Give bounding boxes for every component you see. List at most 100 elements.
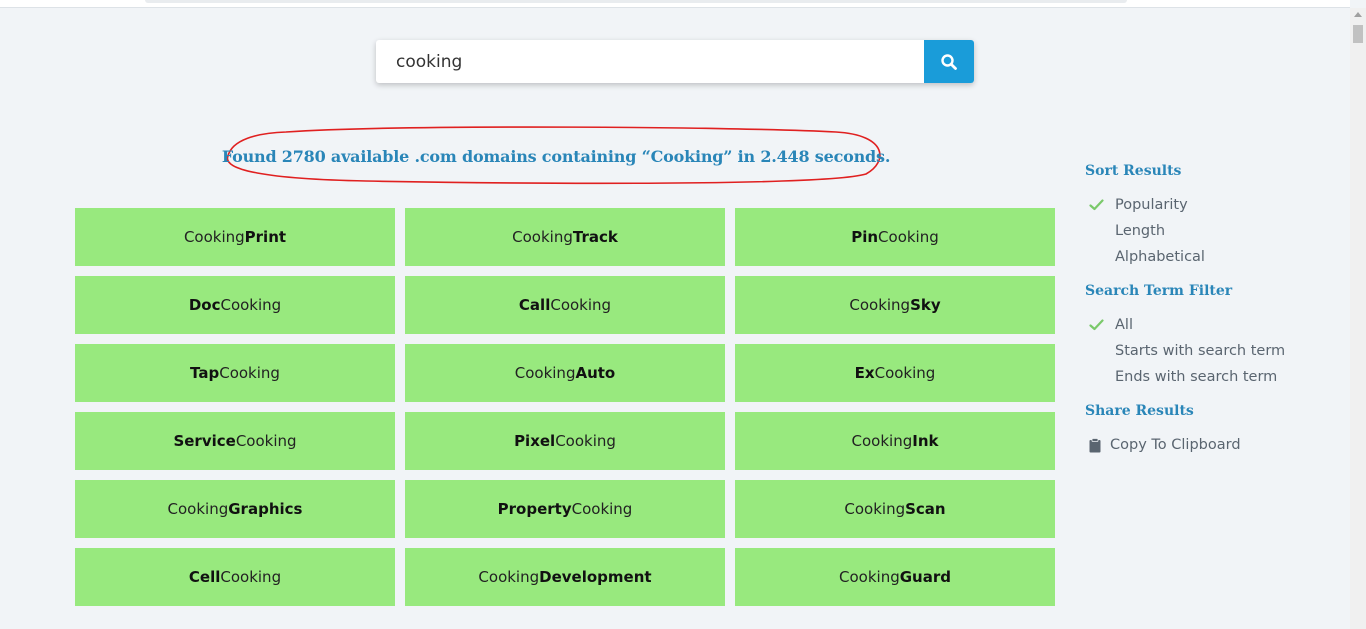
- domain-result-item[interactable]: CookingScan: [735, 480, 1055, 538]
- domain-name: CookingScan: [844, 500, 945, 518]
- copy-to-clipboard-label: Copy To Clipboard: [1110, 437, 1241, 453]
- search-bar: [376, 40, 974, 83]
- sort-option-label: Popularity: [1115, 197, 1188, 213]
- domain-result-item[interactable]: CellCooking: [75, 548, 395, 606]
- sort-option[interactable]: Length: [1085, 218, 1335, 244]
- domain-name: CookingDevelopment: [478, 568, 651, 586]
- domain-suggested-word: Guard: [899, 568, 951, 586]
- domain-base-term: Cooking: [851, 432, 913, 450]
- scrollbar-thumb[interactable]: [1353, 25, 1363, 43]
- filter-option[interactable]: Starts with search term: [1085, 338, 1335, 364]
- filter-option-label: Starts with search term: [1115, 343, 1286, 359]
- domain-suggested-word: Pin: [851, 228, 879, 246]
- filter-option-label: Ends with search term: [1115, 369, 1278, 385]
- domain-name: CookingAuto: [515, 364, 615, 382]
- clipboard-icon: [1089, 437, 1101, 452]
- domain-suggested-word: Doc: [188, 296, 221, 314]
- domain-suggested-word: Scan: [905, 500, 946, 518]
- domain-result-item[interactable]: CookingGuard: [735, 548, 1055, 606]
- domain-base-term: Cooking: [512, 228, 573, 246]
- domain-base-term: Cooking: [849, 296, 911, 314]
- domain-result-item[interactable]: CookingTrack: [405, 208, 725, 266]
- domain-result-item[interactable]: CallCooking: [405, 276, 725, 334]
- results-count-text: Found 2780 available .com domains contai…: [221, 146, 891, 166]
- domain-name: TapCooking: [190, 364, 280, 382]
- sort-options: Popularity Length Alphabetical: [1085, 192, 1335, 270]
- domain-result-item[interactable]: DocCooking: [75, 276, 395, 334]
- domain-base-term: Cooking: [844, 500, 906, 518]
- sort-section: Sort Results Popularity Length Alphabetica…: [1085, 160, 1335, 270]
- domain-base-term: Cooking: [555, 432, 616, 450]
- domain-base-term: Cooking: [219, 364, 280, 382]
- filter-option[interactable]: Ends with search term: [1085, 364, 1335, 390]
- domain-suggested-word: Auto: [575, 364, 616, 382]
- domain-suggested-word: Call: [518, 296, 551, 314]
- domain-base-term: Cooking: [220, 296, 282, 314]
- domain-base-term: Cooking: [878, 228, 939, 246]
- sort-option[interactable]: Popularity: [1085, 192, 1335, 218]
- domain-name: CookingInk: [852, 432, 939, 450]
- domain-name: PinCooking: [851, 228, 939, 246]
- domain-suggested-word: Pixel: [514, 432, 556, 450]
- domain-name: PropertyCooking: [498, 500, 633, 518]
- domain-result-item[interactable]: TapCooking: [75, 344, 395, 402]
- filter-options: All Starts with search term Ends with sear…: [1085, 312, 1335, 390]
- domain-suggested-word: Ex: [854, 364, 875, 382]
- domain-result-item[interactable]: ServiceCooking: [75, 412, 395, 470]
- domain-suggested-word: Print: [244, 228, 287, 246]
- domain-base-term: Cooking: [167, 500, 229, 518]
- domain-base-term: Cooking: [550, 296, 612, 314]
- domain-suggested-word: Track: [572, 228, 618, 246]
- domain-base-term: Cooking: [235, 432, 297, 450]
- domain-suggested-word: Ink: [912, 432, 939, 450]
- domain-name: PixelCooking: [514, 432, 616, 450]
- share-section: Share Results Copy To Clipboard: [1085, 400, 1335, 458]
- domain-suggested-word: Service: [173, 432, 236, 450]
- domain-result-item[interactable]: CookingInk: [735, 412, 1055, 470]
- filter-option[interactable]: All: [1085, 312, 1335, 338]
- scroll-up-arrow-icon[interactable]: [1354, 12, 1362, 17]
- domain-result-item[interactable]: ExCooking: [735, 344, 1055, 402]
- domain-base-term: Cooking: [183, 228, 245, 246]
- search-input[interactable]: [376, 40, 924, 83]
- sort-title: Sort Results: [1085, 163, 1182, 179]
- domain-result-item[interactable]: CookingAuto: [405, 344, 725, 402]
- search-icon: [941, 53, 957, 70]
- domain-name: CookingTrack: [512, 228, 618, 246]
- domain-result-item[interactable]: PropertyCooking: [405, 480, 725, 538]
- domain-result-item[interactable]: CookingGraphics: [75, 480, 395, 538]
- domain-base-term: Cooking: [839, 568, 900, 586]
- domain-name: CookingGraphics: [168, 500, 303, 518]
- sidebar: Sort Results Popularity Length Alphabetica…: [1085, 160, 1335, 468]
- filter-option-label: All: [1115, 317, 1133, 333]
- sort-option[interactable]: Alphabetical: [1085, 244, 1335, 270]
- domain-result-item[interactable]: CookingSky: [735, 276, 1055, 334]
- domain-name: CookingGuard: [839, 568, 951, 586]
- domain-base-term: Cooking: [220, 568, 282, 586]
- domain-result-item[interactable]: CookingDevelopment: [405, 548, 725, 606]
- filter-section: Search Term Filter All Starts with search…: [1085, 280, 1335, 390]
- domain-suggested-word: Graphics: [228, 500, 303, 518]
- checkmark-icon: [1089, 199, 1104, 211]
- sort-option-label: Alphabetical: [1115, 249, 1205, 265]
- domain-name: CookingSky: [849, 296, 940, 314]
- copy-to-clipboard-link[interactable]: Copy To Clipboard: [1085, 432, 1335, 458]
- domain-result-item[interactable]: PinCooking: [735, 208, 1055, 266]
- domain-base-term: Cooking: [514, 364, 576, 382]
- sort-option-label: Length: [1115, 223, 1166, 239]
- domain-name: CellCooking: [189, 568, 281, 586]
- domain-base-term: Cooking: [874, 364, 936, 382]
- page-scrollbar[interactable]: [1350, 8, 1366, 629]
- browser-top-edge: [0, 0, 1350, 8]
- domain-result-item[interactable]: CookingPrint: [75, 208, 395, 266]
- tab-strip-shadow: [145, 0, 1127, 3]
- domain-name: DocCooking: [189, 296, 281, 314]
- filter-title: Search Term Filter: [1085, 283, 1233, 299]
- domain-result-item[interactable]: PixelCooking: [405, 412, 725, 470]
- search-button[interactable]: [924, 40, 974, 83]
- domain-suggested-word: Development: [539, 568, 652, 586]
- domain-name: CallCooking: [519, 296, 611, 314]
- domain-base-term: Cooking: [571, 500, 633, 518]
- domain-name: ExCooking: [855, 364, 936, 382]
- checkmark-icon: [1089, 319, 1104, 331]
